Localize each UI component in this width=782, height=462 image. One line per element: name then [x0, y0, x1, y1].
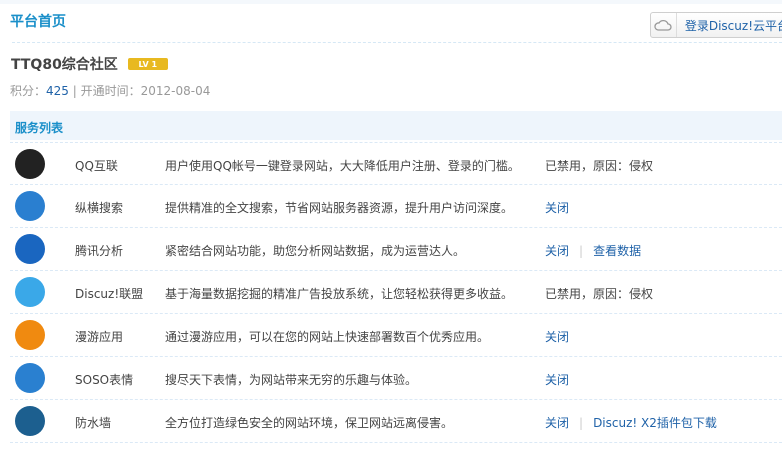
service-row: QQ互联 用户使用QQ帐号一键登录网站，大大降低用户注册、登录的门槛。 已禁用，… [10, 142, 782, 185]
service-row: Discuz!联盟 基于海量数据挖掘的精准广告投放系统，让您轻松获得更多收益。 … [10, 271, 782, 314]
cloud-icon [651, 13, 677, 37]
manyou-icon [15, 320, 45, 350]
service-desc: 基于海量数据挖掘的精准广告投放系统，让您轻松获得更多收益。 [165, 287, 514, 301]
close-link[interactable]: 关闭 [545, 330, 569, 344]
cloud-login-button[interactable]: 登录Discuz!云平台 [650, 12, 782, 38]
search-s-icon [15, 191, 45, 221]
site-info: 积分：425 | 开通时间：2012-08-04 [10, 84, 211, 98]
service-name: SOSO表情 [75, 373, 134, 387]
qq-penguin-icon [15, 149, 45, 179]
analytics-icon [15, 234, 45, 264]
status-text: 已禁用，原因：侵权 [545, 287, 654, 301]
service-row: 防水墙 全方位打造绿色安全的网站环境，保卫网站远离侵害。 关闭 | Discuz! … [10, 400, 782, 443]
service-row: 漫游应用 通过漫游应用，可以在您的网站上快速部署数百个优秀应用。 关闭 [10, 314, 782, 357]
service-desc: 搜尽天下表情，为网站带来无穷的乐趣与体验。 [165, 373, 418, 387]
service-name: Discuz!联盟 [75, 287, 144, 301]
service-desc: 紧密结合网站功能，助您分析网站数据，成为运营达人。 [165, 244, 466, 258]
service-name: 纵横搜索 [75, 201, 124, 215]
open-label: 开通时间： [80, 84, 141, 98]
service-name: 防水墙 [75, 416, 112, 430]
service-action: 关闭 | 查看数据 [545, 242, 641, 259]
site-name: TTQ80综合社区 LV 1 [11, 54, 168, 74]
service-name: 腾讯分析 [75, 244, 124, 258]
service-action: 已禁用，原因：侵权 [545, 157, 653, 174]
service-row: SOSO表情 搜尽天下表情，为网站带来无穷的乐趣与体验。 关闭 [10, 357, 782, 400]
service-action: 已禁用，原因：侵权 [545, 285, 653, 302]
page-title: 平台首页 [10, 14, 66, 30]
cloud-login-label: 登录Discuz!云平台 [684, 18, 782, 33]
site-name-text: TTQ80综合社区 [11, 57, 118, 73]
top-strip [0, 0, 782, 4]
service-action: 关闭 [545, 199, 569, 216]
shield-icon [15, 406, 45, 436]
service-list-heading: 服务列表 [10, 111, 782, 140]
level-badge: LV 1 [127, 58, 168, 70]
close-link[interactable]: 关闭 [545, 416, 569, 430]
service-name: QQ互联 [75, 159, 118, 173]
service-desc: 通过漫游应用，可以在您的网站上快速部署数百个优秀应用。 [165, 330, 490, 344]
service-action: 关闭 [545, 371, 569, 388]
open-date: 2012-08-04 [140, 84, 211, 98]
points-label: 积分： [10, 84, 47, 98]
close-link[interactable]: 关闭 [545, 373, 569, 387]
service-action: 关闭 [545, 328, 569, 345]
service-list: QQ互联 用户使用QQ帐号一键登录网站，大大降低用户注册、登录的门槛。 已禁用，… [10, 142, 782, 443]
points-value: 425 [46, 84, 69, 98]
extra-link[interactable]: Discuz! X2插件包下载 [593, 416, 717, 430]
close-link[interactable]: 关闭 [545, 244, 569, 258]
status-text: 已禁用，原因：侵权 [545, 159, 654, 173]
service-row: 腾讯分析 紧密结合网站功能，助您分析网站数据，成为运营达人。 关闭 | 查看数据 [10, 228, 782, 271]
service-desc: 用户使用QQ帐号一键登录网站，大大降低用户注册、登录的门槛。 [165, 159, 520, 173]
separator: | [579, 416, 584, 430]
divider [12, 42, 782, 43]
extra-link[interactable]: 查看数据 [593, 244, 641, 258]
service-desc: 提供精准的全文搜索，节省网站服务器资源，提升用户访问深度。 [165, 201, 514, 215]
separator: | [579, 244, 584, 258]
service-name: 漫游应用 [75, 330, 124, 344]
close-link[interactable]: 关闭 [545, 201, 569, 215]
soso-smiley-icon [15, 363, 45, 393]
service-action: 关闭 | Discuz! X2插件包下载 [545, 414, 717, 431]
ad-icon [15, 277, 45, 307]
service-row: 纵横搜索 提供精准的全文搜索，节省网站服务器资源，提升用户访问深度。 关闭 [10, 185, 782, 228]
service-desc: 全方位打造绿色安全的网站环境，保卫网站远离侵害。 [165, 416, 454, 430]
